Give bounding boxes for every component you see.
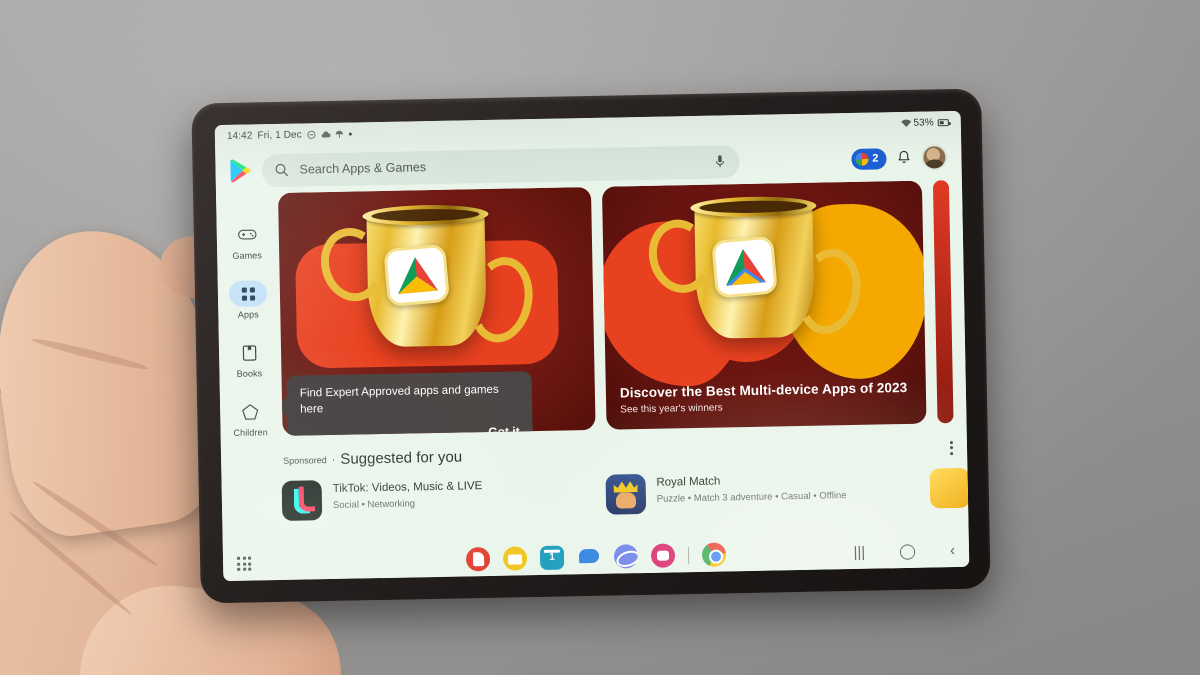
gamepad-icon: [228, 221, 266, 248]
banner-next-partial[interactable]: [932, 180, 954, 424]
search-icon: [274, 163, 289, 177]
status-date: Fri, 1 Dec: [257, 129, 302, 142]
app-name: TikTok: Videos, Music & LIVE: [332, 480, 483, 495]
bell-icon[interactable]: [896, 150, 911, 166]
files-icon[interactable]: [502, 546, 528, 571]
section-title: Suggested for you: [340, 448, 463, 468]
app-drawer-icon[interactable]: [236, 556, 252, 571]
list-item[interactable]: [928, 467, 969, 509]
banner-expert-approved[interactable]: Find Expert Approved apps and games here…: [278, 186, 596, 436]
banner-carousel[interactable]: Find Expert Approved apps and games here…: [276, 180, 967, 436]
app-meta: Puzzle • Match 3 adventure • Casual • Of…: [656, 490, 847, 505]
sidebar-item-label: Children: [233, 427, 268, 438]
google-play-logo: [229, 158, 251, 183]
royal-match-icon: [605, 473, 647, 515]
battery-icon: [937, 119, 949, 127]
app-name: Royal Match: [656, 475, 721, 489]
sidebar-item-label: Apps: [237, 309, 259, 320]
sidebar-item-label: Games: [232, 250, 263, 261]
list-item[interactable]: Royal Match Puzzle • Match 3 adventure •…: [605, 469, 929, 515]
home-button[interactable]: ◯: [899, 542, 916, 559]
main-content: Find Expert Approved apps and games here…: [276, 180, 969, 546]
search-input[interactable]: Search Apps & Games: [299, 155, 702, 176]
apps-grid-icon: [228, 280, 268, 307]
microphone-icon[interactable]: [713, 154, 726, 168]
smart-switch-icon[interactable]: [465, 546, 491, 572]
suggested-app-list: TikTok: Videos, Music & LIVE Social • Ne…: [281, 467, 969, 521]
kebab-menu-icon[interactable]: [949, 440, 954, 455]
search-bar[interactable]: Search Apps & Games: [261, 144, 740, 187]
sponsored-label: Sponsored: [283, 454, 327, 466]
sidebar-item-label: Books: [236, 368, 263, 379]
tablet-screen[interactable]: 14:42 Fri, 1 Dec 53% Search Apps & Games…: [214, 110, 970, 582]
dock: [465, 542, 727, 572]
partial-app-icon: [928, 467, 969, 509]
list-item[interactable]: TikTok: Videos, Music & LIVE Social • Ne…: [281, 475, 606, 521]
sidebar-item-games[interactable]: Games: [217, 221, 278, 261]
chrome-icon[interactable]: [701, 542, 727, 567]
separator-dot: ·: [331, 453, 336, 466]
tiktok-icon: [281, 480, 323, 521]
umbrella-icon: [335, 130, 344, 139]
wifi-icon: [900, 119, 911, 128]
app-meta: Social • Networking: [332, 498, 416, 511]
book-icon: [230, 339, 268, 366]
suggested-section-header: Sponsored · Suggested for you: [283, 439, 967, 469]
sidebar-item-apps[interactable]: Apps: [218, 280, 279, 320]
onboarding-tooltip[interactable]: Find Expert Approved apps and games here…: [278, 371, 533, 436]
dot-icon: [348, 132, 352, 136]
tooltip-text: Find Expert Approved apps and games here: [299, 383, 499, 416]
left-nav-rail: Games Apps Books Children: [216, 193, 283, 547]
play-protect-badge[interactable]: 2: [851, 147, 887, 170]
recents-button[interactable]: |||: [853, 543, 865, 560]
badge-count: 2: [872, 152, 879, 165]
star-icon: [231, 398, 269, 425]
banner-multi-device[interactable]: Discover the Best Multi-device Apps of 2…: [601, 180, 927, 430]
sidebar-item-books[interactable]: Books: [219, 339, 280, 379]
back-button[interactable]: ‹: [950, 542, 955, 559]
dock-separator: [687, 546, 690, 564]
calendar-icon[interactable]: [539, 545, 565, 571]
status-time: 14:42: [226, 130, 253, 142]
sidebar-item-children[interactable]: Children: [220, 398, 281, 438]
tablet-device: 14:42 Fri, 1 Dec 53% Search Apps & Games…: [191, 88, 991, 604]
internet-icon[interactable]: [613, 544, 639, 569]
instagram-icon[interactable]: [650, 543, 676, 568]
do-not-disturb-icon: [307, 130, 316, 139]
cloud-icon: [321, 130, 331, 139]
user-avatar[interactable]: [921, 144, 948, 171]
battery-percent: 53%: [913, 117, 934, 129]
navigation-bar: ||| ◯ ‹: [853, 542, 955, 561]
messages-icon[interactable]: [577, 545, 601, 569]
banner-subtitle: See this year's winners: [620, 402, 723, 416]
google-play-protect-icon: [855, 152, 869, 166]
got-it-button[interactable]: Got it: [301, 424, 520, 436]
